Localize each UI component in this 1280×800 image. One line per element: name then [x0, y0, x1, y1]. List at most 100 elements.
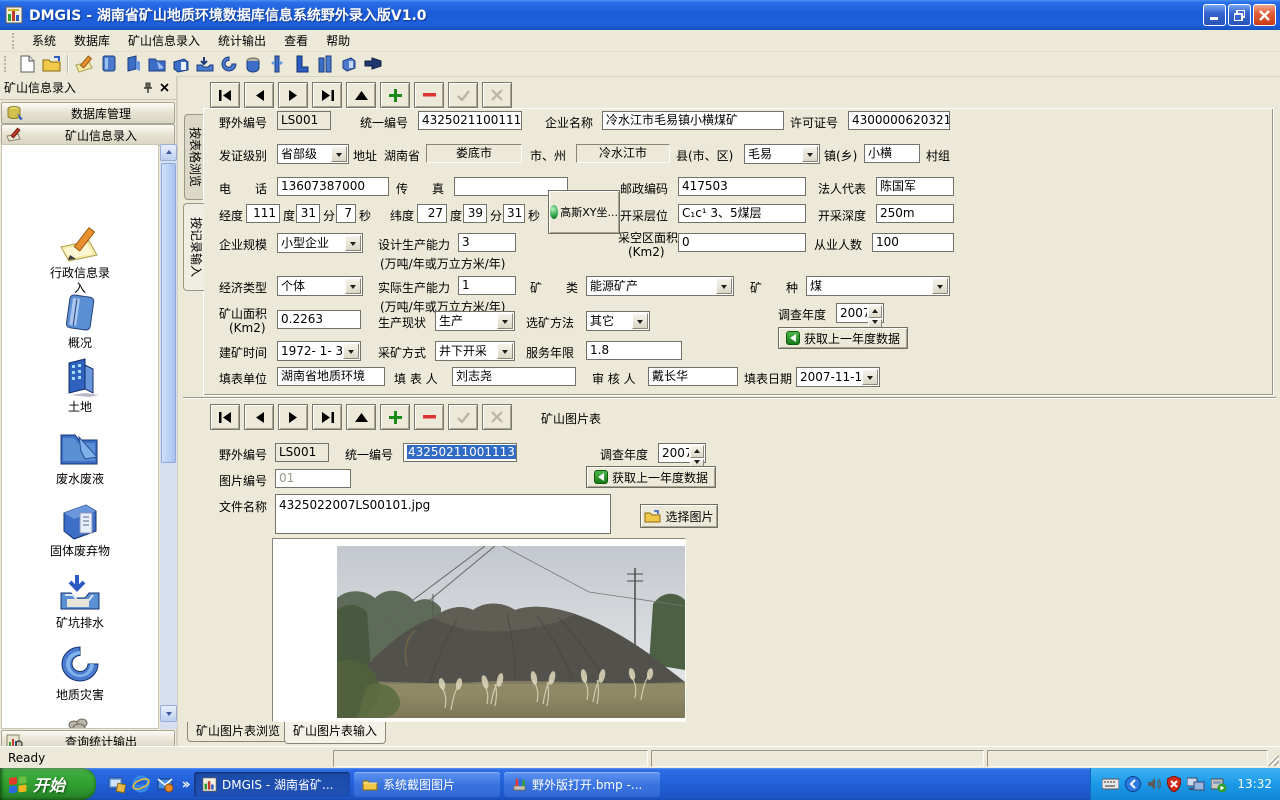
nav-add-button[interactable]	[380, 82, 410, 108]
cert-level-select[interactable]: 省部级	[277, 144, 349, 164]
latitude-min-input[interactable]: 39	[463, 204, 487, 223]
mine-photo[interactable]	[337, 546, 685, 718]
sidebar-item-land[interactable]: 土地	[2, 357, 158, 415]
dropdown-arrow-icon[interactable]	[862, 369, 878, 385]
production-status-select[interactable]: 生产	[435, 311, 515, 331]
dropdown-arrow-icon[interactable]	[345, 278, 361, 294]
goaf-area-input[interactable]: 0	[678, 233, 806, 252]
admin-info-entry-icon[interactable]	[74, 54, 96, 74]
file-name-input[interactable]: 4325022007LS00101.jpg	[275, 494, 611, 534]
dropdown-arrow-icon[interactable]	[802, 146, 818, 162]
longitude-min-input[interactable]: 31	[296, 204, 320, 223]
mine-class-select[interactable]: 能源矿产	[586, 276, 734, 296]
tab-picture-table-browse[interactable]: 矿山图片表浏览	[187, 722, 289, 742]
sidebar-item-admin-info[interactable]: 行政信息录入	[2, 225, 158, 296]
nav-confirm-button-disabled[interactable]	[448, 404, 478, 430]
county-select[interactable]: 毛易	[744, 144, 820, 164]
company-input[interactable]: 冷水江市毛易镇小横煤矿	[602, 111, 784, 130]
volume-icon[interactable]	[1147, 777, 1161, 791]
sidebar-item-solid-waste[interactable]: 固体废弃物	[2, 499, 158, 559]
mine-area-input[interactable]: 0.2263	[277, 310, 361, 329]
open-folder-icon[interactable]	[40, 54, 62, 74]
field-no-input[interactable]: LS001	[277, 111, 331, 130]
nav-add-button[interactable]	[380, 404, 410, 430]
service-life-input[interactable]: 1.8	[586, 341, 682, 360]
menu-view[interactable]: 查看	[275, 30, 317, 51]
choose-picture-button[interactable]: 选择图片	[640, 504, 718, 528]
scroll-down-arrow[interactable]	[160, 705, 177, 722]
dropdown-arrow-icon[interactable]	[632, 313, 648, 329]
scrollbar-thumb[interactable]	[161, 163, 176, 463]
nav-cancel-button-disabled[interactable]	[482, 404, 512, 430]
postcode-input[interactable]: 417503	[678, 177, 806, 196]
dressing-method-select[interactable]: 其它	[586, 311, 650, 331]
minimize-button[interactable]	[1203, 4, 1226, 26]
removable-device-icon[interactable]	[1211, 777, 1227, 792]
pic-survey-year-spinner[interactable]: 2007	[658, 443, 706, 463]
buildings-icon[interactable]	[314, 54, 336, 74]
close-panel-icon[interactable]	[156, 80, 172, 95]
menu-statistics-output[interactable]: 统计输出	[209, 30, 275, 51]
new-document-icon[interactable]	[16, 54, 38, 74]
latitude-sec-input[interactable]: 31	[503, 204, 525, 223]
overview-icon[interactable]	[98, 54, 120, 74]
nav-first-button[interactable]	[210, 404, 240, 430]
nav-first-button[interactable]	[210, 82, 240, 108]
sidebar-item-land-survey[interactable]: 土地调查	[2, 717, 158, 729]
sidebar-group-database-management[interactable]: 数据库管理	[1, 102, 175, 124]
start-button[interactable]: 开始	[0, 768, 96, 800]
phone-input[interactable]: 13607387000	[277, 177, 389, 196]
chevron-icon[interactable]	[182, 780, 190, 789]
dropdown-arrow-icon[interactable]	[497, 343, 513, 359]
dropdown-arrow-icon[interactable]	[716, 278, 732, 294]
dropdown-arrow-icon[interactable]	[345, 235, 361, 251]
security-shield-icon[interactable]	[1167, 776, 1181, 792]
network-icon[interactable]	[1187, 777, 1205, 791]
dropdown-arrow-icon[interactable]	[343, 343, 359, 359]
nav-confirm-button-disabled[interactable]	[448, 82, 478, 108]
solid-waste-icon[interactable]	[170, 54, 192, 74]
sidebar-item-geo-hazard[interactable]: 地质灾害	[2, 645, 158, 703]
menu-system[interactable]: 系统	[23, 30, 65, 51]
show-desktop-icon[interactable]	[108, 775, 126, 793]
pin-icon[interactable]	[140, 80, 156, 95]
menu-help[interactable]: 帮助	[317, 30, 359, 51]
dropdown-arrow-icon[interactable]	[497, 313, 513, 329]
nav-prev-button[interactable]	[244, 404, 274, 430]
vtab-record-entry[interactable]: 按记录输入	[183, 203, 204, 291]
nav-delete-button[interactable]	[414, 404, 444, 430]
workers-input[interactable]: 100	[872, 233, 954, 252]
get-prev-year-button[interactable]: 获取上一年度数据	[778, 327, 908, 349]
taskbar-task-paint-bmp[interactable]: 野外版打开.bmp -...	[504, 772, 660, 797]
internet-explorer-icon[interactable]	[132, 775, 150, 793]
vtab-table-browse[interactable]: 按表格浏览	[184, 114, 203, 200]
sidebar-scrollbar[interactable]	[160, 144, 177, 729]
form-date-select[interactable]: 2007-11-13	[796, 367, 880, 387]
sidebar-item-overview[interactable]: 概况	[2, 293, 158, 351]
legal-rep-input[interactable]: 陈国军	[876, 177, 954, 196]
longitude-deg-input[interactable]: 111	[246, 204, 280, 223]
survey-year-spinner[interactable]: 2007	[836, 303, 884, 323]
mine-drainage-icon[interactable]	[194, 54, 216, 74]
form-writer-input[interactable]: 刘志尧	[452, 367, 576, 386]
nav-delete-button[interactable]	[414, 82, 444, 108]
exit-icon[interactable]	[362, 54, 384, 74]
mining-layer-input[interactable]: C₁c¹ 3、5煤层	[678, 204, 806, 223]
enterprise-scale-select[interactable]: 小型企业	[277, 233, 363, 253]
menu-mine-info-entry[interactable]: 矿山信息录入	[119, 30, 209, 51]
archive-icon[interactable]	[338, 54, 360, 74]
pic-unified-no-input[interactable]: 43250211001113	[403, 443, 517, 462]
longitude-sec-input[interactable]: 7	[336, 204, 356, 223]
dropdown-arrow-icon[interactable]	[331, 146, 347, 162]
form-unit-input[interactable]: 湖南省地质环境	[277, 367, 385, 386]
sidebar-item-wastewater[interactable]: 废水废液	[2, 427, 158, 487]
close-button[interactable]	[1253, 4, 1276, 26]
spin-up-icon[interactable]	[868, 305, 882, 318]
build-time-select[interactable]: 1972- 1- 3	[277, 341, 361, 361]
nav-next-button[interactable]	[278, 404, 308, 430]
nav-next-button[interactable]	[278, 82, 308, 108]
nav-up-button[interactable]	[346, 82, 376, 108]
dropdown-arrow-icon[interactable]	[932, 278, 948, 294]
land-icon[interactable]	[122, 54, 144, 74]
pic-get-prev-year-button[interactable]: 获取上一年度数据	[586, 466, 716, 488]
